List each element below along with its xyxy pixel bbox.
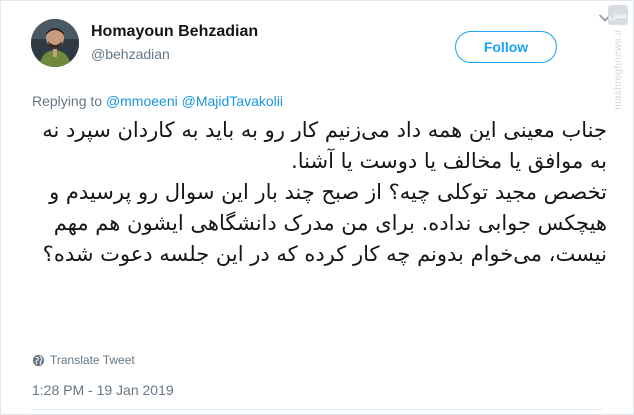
- tweet-header: Homayoun Behzadian @behzadian: [31, 19, 258, 67]
- reply-prefix: Replying to: [32, 93, 103, 109]
- tweet-paragraph: جناب معینی این همه داد می‌زنیم کار رو به…: [42, 118, 607, 173]
- reply-context: Replying to @mmoeeni @MajidTavakolii: [32, 93, 283, 109]
- watermark-text: mashreghnews.ir: [612, 29, 624, 110]
- translate-tweet-link[interactable]: Translate Tweet: [32, 353, 135, 367]
- tweet-timestamp[interactable]: 1:28 PM - 19 Jan 2019: [32, 382, 174, 398]
- tweet-text: جناب معینی این همه داد می‌زنیم کار رو به…: [29, 115, 607, 270]
- mention-link[interactable]: @mmoeeni: [106, 93, 178, 109]
- divider: [31, 409, 603, 410]
- mention-link[interactable]: @MajidTavakolii: [182, 93, 283, 109]
- author-display-name[interactable]: Homayoun Behzadian: [91, 22, 258, 42]
- globe-icon: [32, 354, 45, 366]
- avatar-image: [31, 19, 79, 67]
- tweet-card: Homayoun Behzadian @behzadian Follow مش …: [0, 0, 634, 415]
- author-handle[interactable]: @behzadian: [91, 44, 258, 64]
- avatar[interactable]: [31, 19, 79, 67]
- tweet-paragraph: تخصص مجید توکلی چیه؟ از صبح چند بار این …: [42, 180, 607, 266]
- follow-button[interactable]: Follow: [455, 31, 557, 63]
- translate-label: Translate Tweet: [50, 353, 135, 367]
- mashregh-logo-icon: مش: [608, 5, 628, 25]
- watermark: مش mashreghnews.ir: [605, 5, 631, 145]
- author-names: Homayoun Behzadian @behzadian: [91, 22, 258, 64]
